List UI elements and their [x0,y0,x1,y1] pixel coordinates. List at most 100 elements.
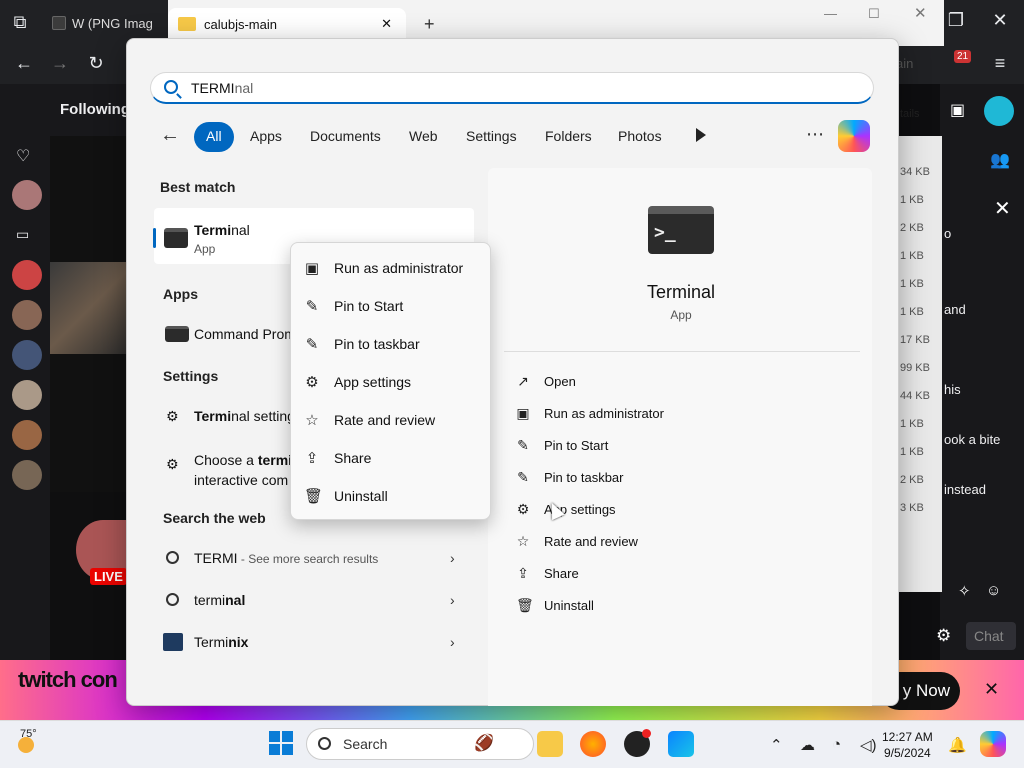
ctx-run-as-admin[interactable]: ▣ Run as administrator [304,259,463,277]
filter-settings[interactable]: Settings [456,122,527,152]
minimize-icon[interactable]: — [824,6,837,21]
taskbar-search[interactable]: Search [306,728,534,760]
user-avatar-icon[interactable] [984,96,1014,126]
filter-photos[interactable]: Photos [608,122,672,152]
emote-icon[interactable]: ☺ [986,582,1001,599]
back-arrow-icon[interactable]: ← [12,53,36,74]
app-icon[interactable] [668,731,694,757]
close-icon[interactable]: ✕ [914,4,927,22]
file-size-cell: 2 KB [900,222,924,234]
start-button[interactable] [269,731,293,755]
ctx-app-settings[interactable]: ⚙ App settings [304,373,411,391]
web-result-termi[interactable]: TERMI - See more search results [194,550,378,566]
tab-search-icon[interactable]: ⧉ [8,12,32,33]
forward-arrow-icon[interactable]: → [48,53,72,74]
avatar[interactable] [12,460,42,490]
copilot-icon[interactable] [980,731,1006,757]
more-options-icon[interactable]: ⋯ [806,124,824,145]
ctx-uninstall[interactable]: 🗑 Uninstall [304,487,388,505]
ctx-share[interactable]: ⇪ Share [304,449,372,467]
web-result-terminix[interactable]: Terminix [194,634,248,650]
twitch-sidebar [0,84,50,660]
action-share[interactable]: ⇪ Share [516,565,579,582]
users-icon[interactable]: 👥 [990,150,1010,170]
close-tab-icon[interactable]: ✕ [381,16,392,32]
search-highlight-icon: 🏈 [474,735,494,752]
clock[interactable]: 12:27 AM 9/5/2024 [882,729,933,761]
wifi-icon[interactable]: ◔ [832,736,841,753]
new-tab-icon[interactable]: + [424,14,435,35]
settings-result-terminal[interactable]: Terminal setting [194,408,295,424]
terminal-icon [164,228,188,248]
avatar[interactable] [12,380,42,410]
close-icon[interactable]: ✕ [994,196,1011,221]
more-filters-arrow-icon[interactable] [696,128,706,142]
avatar[interactable] [12,260,42,290]
chevron-right-icon[interactable]: › [450,550,455,566]
command-prompt-icon [165,326,189,342]
maximize-icon[interactable]: ☐ [868,6,880,22]
avatar[interactable] [12,340,42,370]
copilot-icon[interactable] [838,120,870,152]
ctx-pin-to-start[interactable]: ✎ Pin to Start [304,297,404,315]
action-pin-to-start[interactable]: ✎ Pin to Start [516,437,608,454]
shield-icon: ▣ [304,260,320,277]
gear-icon[interactable]: ⚙ [936,626,951,646]
action-uninstall[interactable]: 🗑 Uninstall [516,597,594,614]
chevron-up-icon[interactable]: ⌃ [770,736,783,754]
restore-window-icon[interactable]: ❐ [944,10,968,31]
avatar[interactable] [12,420,42,450]
filter-all[interactable]: All [194,122,234,152]
detail-app-type: App [670,308,692,322]
following-link[interactable]: Following [60,101,130,118]
action-run-as-admin[interactable]: ▣ Run as administrator [516,405,664,422]
tab-favicon-icon [52,16,66,30]
cloud-icon[interactable]: ☁ [800,736,815,754]
app-result-command-prompt[interactable]: Command Prom [194,326,296,342]
action-rate-and-review[interactable]: ☆ Rate and review [516,533,638,550]
avatar[interactable] [12,300,42,330]
close-window-icon[interactable]: ✕ [988,10,1012,31]
terminal-icon: >_ [648,206,714,254]
file-explorer-icon[interactable] [537,731,563,757]
divider [504,351,860,352]
chat-line: ook a bite [944,432,1001,447]
menu-icon[interactable]: ≡ [988,53,1012,74]
bits-icon[interactable]: ✧ [958,582,971,600]
web-result-terminal[interactable]: terminal [194,592,245,608]
heart-icon[interactable]: ♡ [16,146,30,166]
ctx-rate-and-review[interactable]: ☆ Rate and review [304,411,435,429]
browser-tab-png[interactable]: W (PNG Imag [44,6,166,40]
reload-icon[interactable]: ↻ [84,53,108,74]
explorer-tab[interactable]: calubjs-main ✕ [168,8,406,40]
chat-line: o [944,226,952,241]
stream-thumbnail[interactable] [50,262,130,354]
weather-temp[interactable]: 75° [20,728,37,740]
back-arrow-icon[interactable]: ← [160,124,180,147]
search-input[interactable]: TERMI nal [150,72,874,104]
volume-icon[interactable]: ◁) [860,736,877,754]
action-app-settings[interactable]: ⚙ App settings [516,501,616,518]
filter-web[interactable]: Web [399,122,448,152]
shield-icon: ▣ [516,405,530,421]
action-open[interactable]: ↗ Open [516,373,576,390]
filter-apps[interactable]: Apps [240,122,292,152]
extension-badge[interactable]: 21 [954,50,972,63]
settings-result-interactive[interactable]: Choose a termi interactive com [194,450,292,490]
chevron-right-icon[interactable]: › [450,634,455,650]
video-icon[interactable]: ▭ [16,226,29,243]
prime-icon[interactable]: ▣ [950,100,965,120]
firefox-icon[interactable] [580,731,606,757]
avatar[interactable] [12,180,42,210]
banner-close-icon[interactable]: ✕ [984,679,999,700]
chat-button[interactable]: Chat [966,622,1016,650]
notification-bell-icon[interactable]: 🔔 [948,736,967,754]
filter-documents[interactable]: Documents [300,122,391,152]
chat-line: and [944,302,966,317]
terminix-favicon-icon [163,633,183,651]
filter-folders[interactable]: Folders [535,122,602,152]
ctx-pin-to-taskbar[interactable]: ✎ Pin to taskbar [304,335,420,353]
chevron-right-icon[interactable]: › [450,592,455,608]
action-pin-to-taskbar[interactable]: ✎ Pin to taskbar [516,469,623,486]
browser-tab-label: W (PNG Imag [72,15,153,31]
